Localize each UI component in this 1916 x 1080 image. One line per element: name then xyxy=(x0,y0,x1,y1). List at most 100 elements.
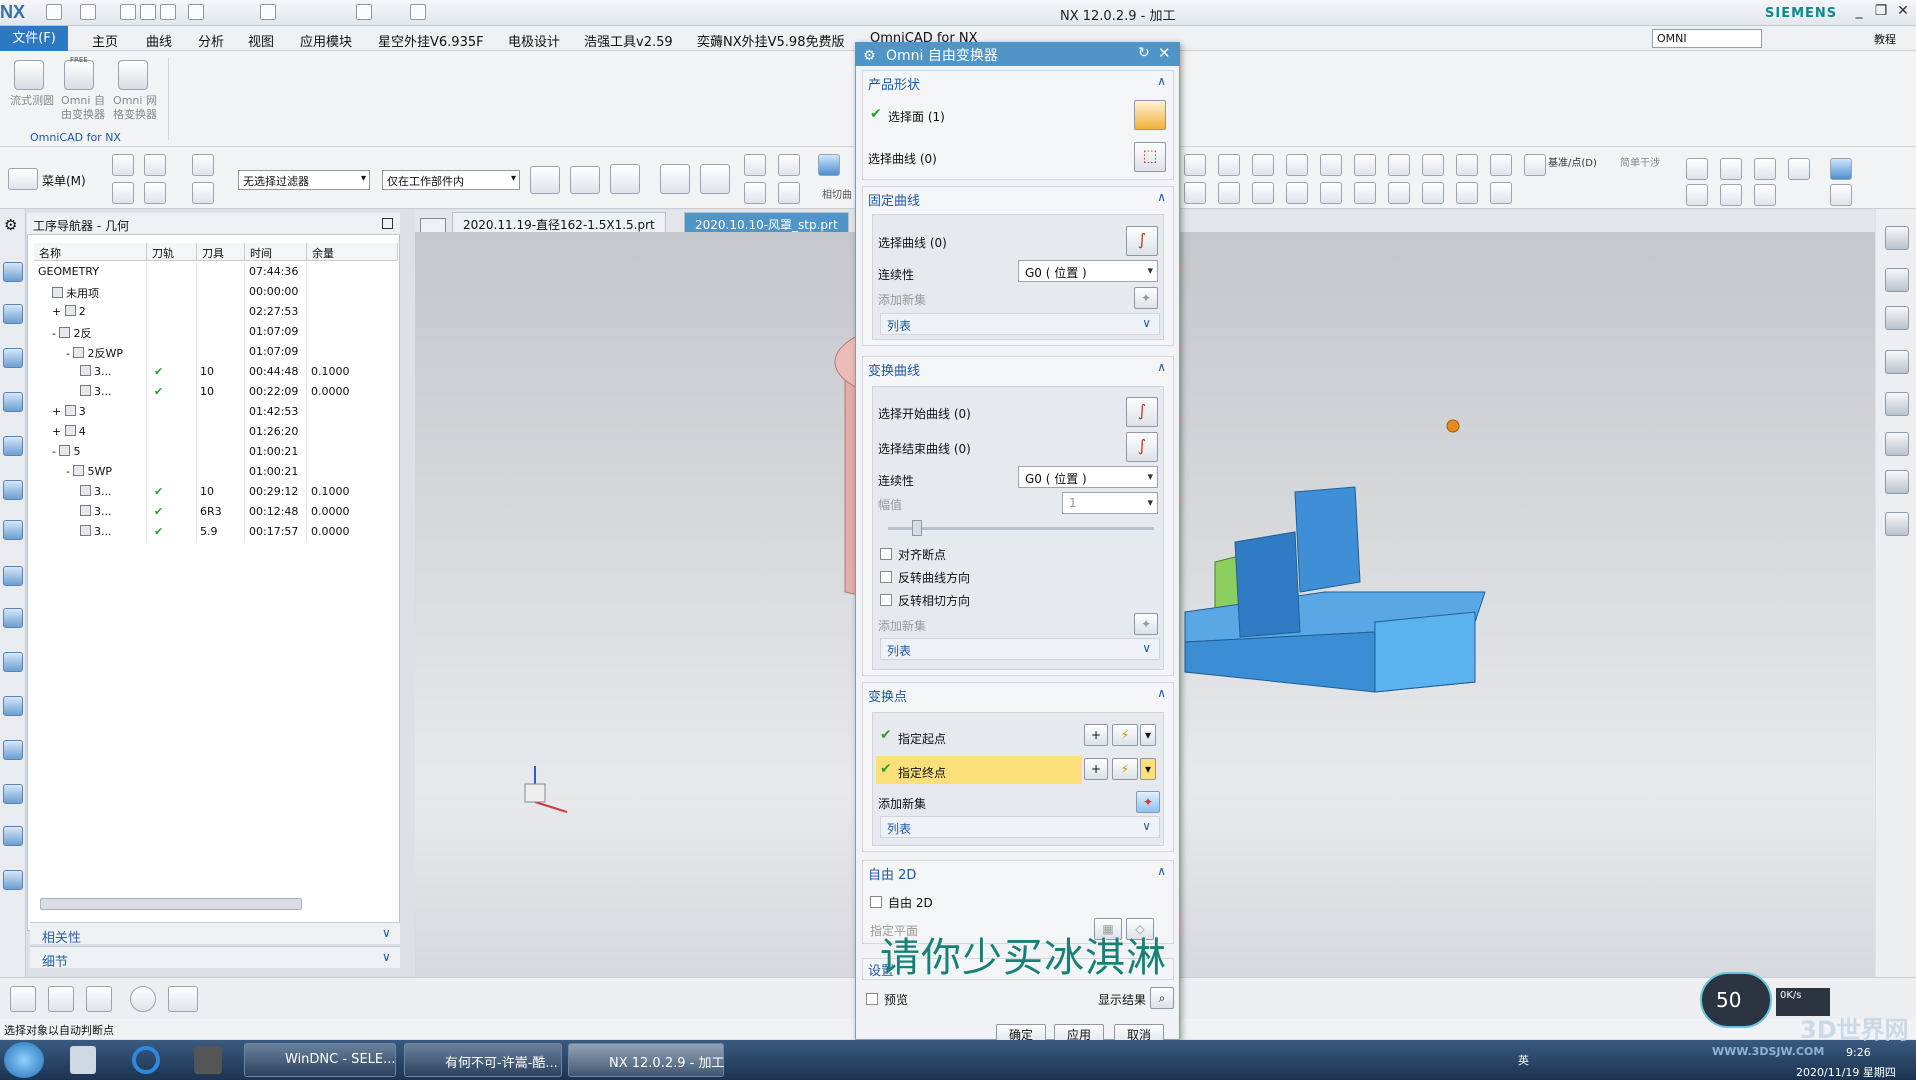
navigator-maximize-icon[interactable] xyxy=(382,218,393,229)
start-curve-button[interactable]: ∫ xyxy=(1126,397,1158,427)
menu-icon[interactable] xyxy=(8,168,38,190)
window-menu-icon[interactable] xyxy=(356,4,372,20)
clock-icon[interactable] xyxy=(3,784,23,804)
help-link[interactable]: 教程 xyxy=(1874,31,1896,47)
transform-list-toggle[interactable]: 列表 xyxy=(880,638,1160,660)
select-curve-button[interactable]: ⬚ xyxy=(1134,142,1166,172)
layer-stack-icon[interactable] xyxy=(1885,392,1909,416)
table-row[interactable]: 3... ✔ 10 00:29:12 0.1000 xyxy=(34,482,398,502)
selection-scope-select[interactable]: 仅在工作部件内 xyxy=(382,170,520,190)
dependencies-panel[interactable]: 相关性 xyxy=(30,922,400,946)
free-2d-checkbox[interactable] xyxy=(870,896,882,908)
omni-mesh-transform-icon[interactable] xyxy=(118,60,148,90)
paste-icon[interactable] xyxy=(160,4,176,20)
tree-toggle-icon[interactable]: - xyxy=(66,465,73,478)
restore-icon[interactable]: ❐ xyxy=(1870,3,1892,21)
menu-home[interactable]: 主页 xyxy=(92,31,118,50)
surface-icon[interactable] xyxy=(1456,154,1478,176)
transform-continuity-select[interactable]: G0 ( 位置 ) xyxy=(1018,466,1158,488)
table-row[interactable]: + 3 01:42:53 xyxy=(34,402,398,422)
line-icon[interactable] xyxy=(1184,154,1206,176)
column-time[interactable]: 时间 xyxy=(245,243,307,261)
bridge-curve-icon[interactable] xyxy=(1320,182,1342,204)
snap-point-icon[interactable] xyxy=(530,166,560,194)
clock-date[interactable]: 2020/11/19 星期四 xyxy=(1796,1064,1896,1080)
fit-view-icon[interactable] xyxy=(1686,158,1708,180)
rotate-view-icon[interactable] xyxy=(1720,184,1742,206)
menu-haoqiang-tools[interactable]: 浩强工具v2.59 xyxy=(584,31,673,50)
fit-curve-icon[interactable] xyxy=(1320,154,1342,176)
select-face-icon[interactable] xyxy=(144,154,166,176)
select-edge-icon[interactable] xyxy=(112,182,134,204)
clock-time[interactable]: 9:26 xyxy=(1846,1046,1871,1059)
tab-part-2[interactable]: 2020.10.10-风罩_stp.prt xyxy=(684,212,849,233)
copy-icon[interactable] xyxy=(140,4,156,20)
view-cube-icon[interactable] xyxy=(818,154,840,176)
end-point-menu-button[interactable]: ▾ xyxy=(1140,758,1156,780)
menu-electrode[interactable]: 电极设计 xyxy=(508,31,560,50)
select-tool-icon[interactable] xyxy=(112,154,134,176)
sheet-icon[interactable] xyxy=(1885,432,1909,456)
browser-icon[interactable] xyxy=(132,1046,160,1074)
simple-interference-label[interactable]: 简单干涉 xyxy=(1620,154,1660,169)
table-row[interactable]: 未用项 00:00:00 xyxy=(34,282,398,302)
tree-toggle-icon[interactable]: + xyxy=(52,305,65,318)
preview-checkbox[interactable] xyxy=(866,993,878,1005)
fixed-add-set-button[interactable]: ✦ xyxy=(1134,287,1158,309)
menu-xingkong-plugin[interactable]: 星空外挂V6.935F xyxy=(378,31,484,50)
mesh-icon[interactable] xyxy=(1490,182,1512,204)
circle-tool-icon[interactable] xyxy=(130,986,156,1012)
web-browser-icon[interactable] xyxy=(3,566,23,586)
reset-icon[interactable]: ↻ xyxy=(1138,45,1150,61)
tree-toggle-icon[interactable]: - xyxy=(66,347,73,360)
rotate-icon[interactable] xyxy=(660,164,690,194)
column-stock[interactable]: 余量 xyxy=(307,243,398,261)
curve-icon[interactable] xyxy=(86,986,112,1012)
roles-icon[interactable] xyxy=(3,696,23,716)
arc-icon[interactable] xyxy=(1218,154,1240,176)
collapse-icon[interactable]: ∧ xyxy=(1157,190,1166,204)
column-toolpath[interactable]: 刀轨 xyxy=(147,243,197,261)
taskbar-nx[interactable]: NX 12.0.2.9 - 加工 xyxy=(568,1043,724,1077)
start-point-dialog-button[interactable]: + xyxy=(1084,724,1108,746)
render-style-icon[interactable] xyxy=(1830,158,1852,180)
settings-icon[interactable]: ⚙ xyxy=(4,216,17,234)
zoom-icon[interactable] xyxy=(1720,158,1742,180)
ime-indicator[interactable]: 英 xyxy=(1518,1052,1529,1068)
collapse-icon[interactable]: ∧ xyxy=(1157,686,1166,700)
menu-curve[interactable]: 曲线 xyxy=(146,31,172,50)
layers-icon[interactable] xyxy=(1885,350,1909,374)
point-list-toggle[interactable]: 列表 xyxy=(880,816,1160,838)
column-name[interactable]: 名称 xyxy=(34,243,147,261)
table-row[interactable]: 3... ✔ 6R3 00:12:48 0.0000 xyxy=(34,502,398,522)
fixed-list-toggle[interactable]: 列表 xyxy=(880,313,1160,335)
reuse-library-icon[interactable] xyxy=(3,480,23,500)
chevron-down-icon[interactable]: ∨ xyxy=(382,926,391,940)
dialog-close-icon[interactable]: ✕ xyxy=(1158,44,1171,62)
reverse-tangent-checkbox[interactable] xyxy=(880,594,892,606)
menu-application[interactable]: 应用模块 xyxy=(300,31,352,50)
taskbar-music[interactable]: 有何不可-许嵩-酷... xyxy=(404,1043,562,1077)
fixed-select-curve-button[interactable]: ∫ xyxy=(1126,226,1158,256)
eraser-icon[interactable] xyxy=(778,182,800,204)
fixed-continuity-select[interactable]: G0 ( 位置 ) xyxy=(1018,260,1158,282)
operation-navigator-icon[interactable] xyxy=(3,392,23,412)
gear-icon[interactable]: ⚙ xyxy=(863,48,876,64)
table-row[interactable]: + 4 01:26:20 xyxy=(34,422,398,442)
offset-curve-icon[interactable] xyxy=(1184,182,1206,204)
info-icon[interactable] xyxy=(1490,154,1512,176)
tree-toggle-icon[interactable]: - xyxy=(52,327,59,340)
menu-view[interactable]: 视图 xyxy=(248,31,274,50)
start-point-snap-button[interactable]: ⚡ xyxy=(1112,724,1138,746)
show-hide-icon[interactable] xyxy=(1830,184,1852,206)
end-point-snap-button[interactable]: ⚡ xyxy=(1112,758,1138,780)
vector-icon[interactable] xyxy=(570,166,600,194)
reverse-curve-checkbox[interactable] xyxy=(880,571,892,583)
table-row[interactable]: 3... ✔ 10 00:22:09 0.0000 xyxy=(34,382,398,402)
extrude-icon[interactable] xyxy=(1354,182,1376,204)
streamline-tool-icon[interactable] xyxy=(14,60,44,90)
rect-select-icon[interactable] xyxy=(778,154,800,176)
free-2d-header[interactable]: 自由 2D ∧ xyxy=(862,860,1174,884)
end-curve-button[interactable]: ∫ xyxy=(1126,432,1158,462)
cylinder-icon[interactable] xyxy=(1885,512,1909,536)
